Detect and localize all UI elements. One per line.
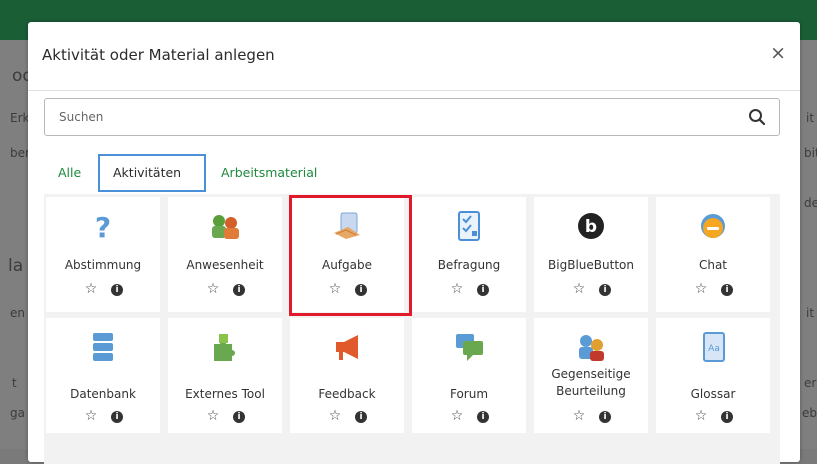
bg-fragment: ga: [10, 406, 25, 420]
info-icon[interactable]: i: [233, 411, 245, 423]
activity-tile-forum[interactable]: Forum ☆ i: [412, 318, 526, 433]
checklist-icon: [452, 209, 486, 243]
tab-alle[interactable]: Alle: [44, 154, 95, 192]
tile-label: Datenbank: [70, 387, 136, 401]
tile-label: Feedback: [318, 387, 376, 401]
assignment-icon: [330, 209, 364, 243]
info-icon[interactable]: i: [355, 284, 367, 296]
info-icon[interactable]: i: [355, 411, 367, 423]
activity-tile-datenbank[interactable]: Datenbank ☆ i: [46, 318, 160, 433]
activity-tile-aufgabe[interactable]: Aufgabe ☆ i: [290, 197, 404, 312]
bg-fragment: en: [10, 306, 25, 320]
tile-label: Externes Tool: [185, 387, 265, 401]
tab-arbeitsmaterial[interactable]: Arbeitsmaterial: [208, 154, 330, 192]
tile-actions: ☆ i: [656, 281, 770, 297]
bg-fragment: ber: [10, 146, 30, 160]
bg-fragment: t: [12, 376, 17, 390]
info-icon[interactable]: i: [721, 411, 733, 423]
star-icon[interactable]: ☆: [327, 408, 343, 424]
bg-fragment: ebt: [802, 406, 817, 420]
chat-bubble-icon: [696, 209, 730, 243]
tile-actions: ☆ i: [412, 281, 526, 297]
star-icon[interactable]: ☆: [571, 281, 587, 297]
activity-tile-chat[interactable]: Chat ☆ i: [656, 197, 770, 312]
tile-label: Aufgabe: [321, 258, 372, 272]
activity-tile-abstimmung[interactable]: ? Abstimmung ☆ i: [46, 197, 160, 312]
activity-tile-befragung[interactable]: Befragung ☆ i: [412, 197, 526, 312]
activity-tile-bigbluebutton[interactable]: b BigBlueButton ☆ i: [534, 197, 648, 312]
star-icon[interactable]: ☆: [449, 408, 465, 424]
tile-label: Gegenseitige Beurteilung: [551, 367, 631, 398]
bg-fragment: de: [804, 196, 817, 210]
svg-text:Aa: Aa: [708, 344, 720, 354]
tile-actions: ☆ i: [656, 408, 770, 424]
star-icon[interactable]: ☆: [693, 281, 709, 297]
forum-icon: [452, 330, 486, 364]
search-icon[interactable]: [747, 107, 767, 127]
star-icon[interactable]: ☆: [449, 281, 465, 297]
database-icon: [86, 330, 120, 364]
info-icon[interactable]: i: [477, 411, 489, 423]
search-input[interactable]: [45, 99, 779, 135]
tile-actions: ☆ i: [534, 281, 648, 297]
search-box: [44, 98, 780, 136]
info-icon[interactable]: i: [233, 284, 245, 296]
puzzle-icon: [208, 330, 242, 364]
info-icon[interactable]: i: [599, 284, 611, 296]
activity-tile-externes-tool[interactable]: Externes Tool ☆ i: [168, 318, 282, 433]
svg-text:?: ?: [95, 211, 111, 243]
tile-label: Forum: [449, 387, 489, 401]
modal-title: Aktivität oder Material anlegen: [42, 46, 275, 64]
tile-actions: ☆ i: [168, 281, 282, 297]
bg-fragment: bit: [804, 146, 817, 160]
peer-review-icon: [574, 330, 608, 364]
svg-text:b: b: [585, 217, 597, 237]
attendance-icon: [208, 209, 242, 243]
activity-tile-feedback[interactable]: Feedback ☆ i: [290, 318, 404, 433]
star-icon[interactable]: ☆: [83, 408, 99, 424]
bg-fragment: it: [806, 111, 815, 125]
activity-tile-anwesenheit[interactable]: Anwesenheit ☆ i: [168, 197, 282, 312]
close-button[interactable]: ×: [770, 42, 786, 64]
tile-label: BigBlueButton: [548, 258, 634, 272]
star-icon[interactable]: ☆: [83, 281, 99, 297]
tile-actions: ☆ i: [290, 408, 404, 424]
star-icon[interactable]: ☆: [571, 408, 587, 424]
star-icon[interactable]: ☆: [205, 281, 221, 297]
tile-actions: ☆ i: [290, 281, 404, 297]
bg-fragment: it: [806, 306, 815, 320]
info-icon[interactable]: i: [599, 411, 611, 423]
tab-aktivitaeten[interactable]: Aktivitäten: [98, 154, 206, 192]
tile-label: Abstimmung: [64, 258, 142, 272]
info-icon[interactable]: i: [111, 411, 123, 423]
star-icon[interactable]: ☆: [693, 408, 709, 424]
bigbluebutton-icon: b: [574, 209, 608, 243]
info-icon[interactable]: i: [111, 284, 123, 296]
question-icon: ?: [86, 209, 120, 244]
activity-tile-glossar[interactable]: Aa Glossar ☆ i: [656, 318, 770, 433]
bg-fragment: la: [8, 256, 24, 276]
tile-label: Befragung: [437, 258, 501, 272]
tile-actions: ☆ i: [168, 408, 282, 424]
tile-actions: ☆ i: [46, 408, 160, 424]
tile-actions: ☆ i: [46, 281, 160, 297]
tile-label: Glossar: [690, 387, 736, 401]
tile-label: Chat: [698, 258, 728, 272]
megaphone-icon: [330, 330, 364, 364]
bg-fragment: er: [804, 376, 817, 390]
info-icon[interactable]: i: [477, 284, 489, 296]
star-icon[interactable]: ☆: [327, 281, 343, 297]
tab-bar: Alle Aktivitäten Arbeitsmaterial: [44, 150, 780, 194]
activity-tile-gegenseitige-beurteilung[interactable]: Gegenseitige Beurteilung ☆ i: [534, 318, 648, 433]
glossary-icon: Aa: [696, 330, 730, 364]
star-icon[interactable]: ☆: [205, 408, 221, 424]
tile-actions: ☆ i: [412, 408, 526, 424]
modal-header: Aktivität oder Material anlegen ×: [28, 22, 800, 91]
tile-label: Anwesenheit: [186, 258, 264, 272]
tile-actions: ☆ i: [534, 408, 648, 424]
bg-fragment: Erk: [10, 111, 30, 125]
info-icon[interactable]: i: [721, 284, 733, 296]
